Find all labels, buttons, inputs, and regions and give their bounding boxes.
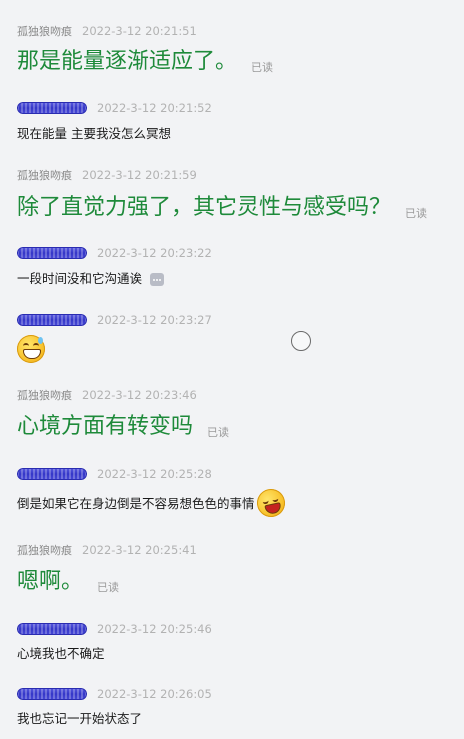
timestamp: 2022-3-12 20:23:22 <box>97 246 212 260</box>
cursor-ring-icon <box>291 331 311 351</box>
redacted-sender-name[interactable] <box>17 247 87 259</box>
message-body: 除了直觉力强了，其它灵性与感受吗？ 已读 <box>17 194 427 222</box>
timestamp: 2022-3-12 20:21:51 <box>82 24 197 38</box>
message-header: 孤独狼吻痕 2022-3-12 20:21:51 <box>17 23 197 39</box>
message-text[interactable]: 心境我也不确定 <box>17 645 105 663</box>
message-header: 孤独狼吻痕 2022-3-12 20:25:41 <box>17 542 197 558</box>
message-body: 心境我也不确定 <box>17 645 105 663</box>
laughing-emoji[interactable] <box>253 486 288 520</box>
sender-name[interactable]: 孤独狼吻痕 <box>17 23 72 39</box>
message-text[interactable]: 现在能量 主要我没怎么冥想 <box>17 125 171 143</box>
message-header: 孤独狼吻痕 2022-3-12 20:21:59 <box>17 167 197 183</box>
message-header: 2022-3-12 20:23:27 <box>17 312 212 328</box>
message-text[interactable]: 除了直觉力强了，其它灵性与感受吗？ <box>17 194 391 222</box>
message-text[interactable]: 一段时间没和它沟通诶 <box>17 270 142 288</box>
read-receipt: 已读 <box>97 581 120 594</box>
message-text[interactable]: 嗯啊。 <box>17 568 83 596</box>
redacted-sender-name[interactable] <box>17 102 87 114</box>
sender-name[interactable]: 孤独狼吻痕 <box>17 387 72 403</box>
timestamp: 2022-3-12 20:23:27 <box>97 313 212 327</box>
redacted-sender-name[interactable] <box>17 314 87 326</box>
message-header: 2022-3-12 20:21:52 <box>17 100 212 116</box>
message-header: 2022-3-12 20:26:05 <box>17 686 212 702</box>
timestamp: 2022-3-12 20:26:05 <box>97 687 212 701</box>
timestamp: 2022-3-12 20:21:52 <box>97 101 212 115</box>
message-body: 一段时间没和它沟通诶 <box>17 270 165 288</box>
message-body: 那是能量逐渐适应了。 已读 <box>17 48 273 76</box>
message-body: 嗯啊。 已读 <box>17 568 119 596</box>
message-text[interactable]: 倒是如果它在身边倒是不容易想色色的事情 <box>17 495 255 513</box>
redacted-sender-name[interactable] <box>17 623 87 635</box>
message-body: 倒是如果它在身边倒是不容易想色色的事情 <box>17 486 288 520</box>
read-receipt: 已读 <box>207 426 230 439</box>
sender-name[interactable]: 孤独狼吻痕 <box>17 542 72 558</box>
more-options-icon[interactable] <box>150 273 165 286</box>
message-body: 现在能量 主要我没怎么冥想 <box>17 125 171 143</box>
message-text[interactable]: 我也忘记一开始状态了 <box>17 710 142 728</box>
message-body <box>17 335 45 363</box>
redacted-sender-name[interactable] <box>17 688 87 700</box>
message-text[interactable]: 心境方面有转变吗 <box>17 413 193 441</box>
grinning-sweat-emoji[interactable] <box>17 335 45 363</box>
message-header: 2022-3-12 20:23:22 <box>17 245 212 261</box>
message-body: 心境方面有转变吗 已读 <box>17 413 229 441</box>
message-header: 2022-3-12 20:25:28 <box>17 466 212 482</box>
message-header: 2022-3-12 20:25:46 <box>17 621 212 637</box>
message-header: 孤独狼吻痕 2022-3-12 20:23:46 <box>17 387 197 403</box>
sender-name[interactable]: 孤独狼吻痕 <box>17 167 72 183</box>
timestamp: 2022-3-12 20:21:59 <box>82 168 197 182</box>
read-receipt: 已读 <box>251 61 274 74</box>
timestamp: 2022-3-12 20:25:41 <box>82 543 197 557</box>
timestamp: 2022-3-12 20:25:46 <box>97 622 212 636</box>
read-receipt: 已读 <box>405 207 428 220</box>
message-text[interactable]: 那是能量逐渐适应了。 <box>17 48 237 76</box>
timestamp: 2022-3-12 20:23:46 <box>82 388 197 402</box>
chat-history: 孤独狼吻痕 2022-3-12 20:21:51 那是能量逐渐适应了。 已读 2… <box>0 0 464 739</box>
timestamp: 2022-3-12 20:25:28 <box>97 467 212 481</box>
redacted-sender-name[interactable] <box>17 468 87 480</box>
message-body: 我也忘记一开始状态了 <box>17 710 142 728</box>
